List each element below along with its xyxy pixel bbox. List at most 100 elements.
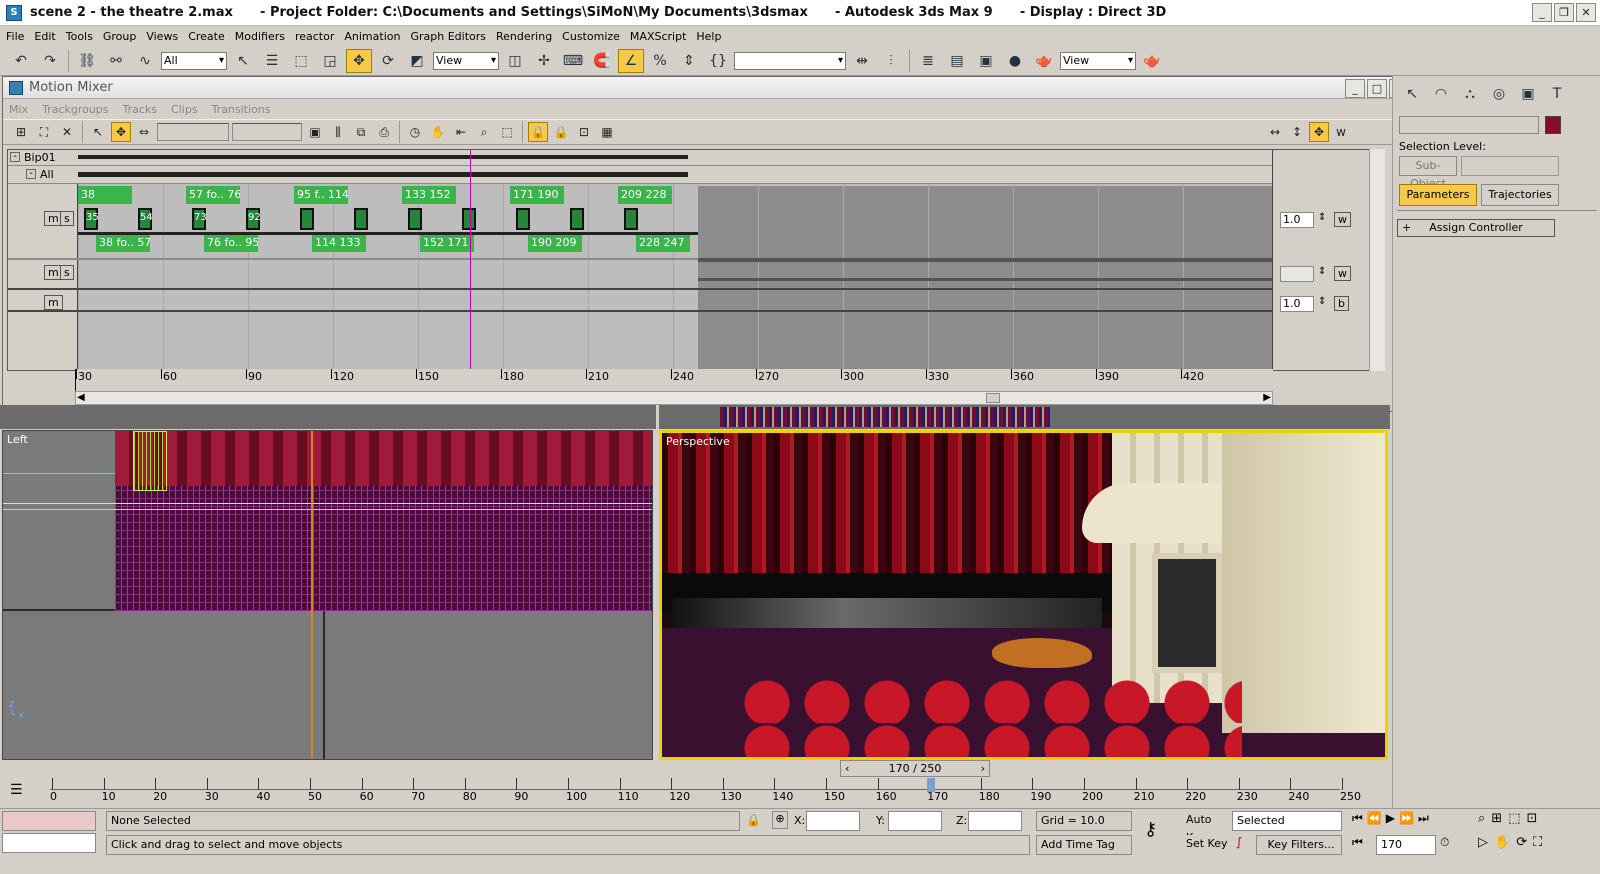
weight-toggle-button[interactable]: w [1331, 122, 1351, 142]
mixer-menu-clips[interactable]: Clips [171, 103, 198, 116]
go-to-end-icon[interactable]: ⏭ [1418, 811, 1429, 826]
clip-top[interactable]: 95 f.. 114 [294, 186, 348, 204]
print-icon[interactable]: ⎙ [374, 122, 394, 142]
x-coordinate-input[interactable] [806, 811, 860, 831]
window-crossing-icon[interactable]: ◲ [317, 49, 343, 73]
zoom-extents-icon[interactable]: ⬚ [1508, 811, 1520, 826]
select-icon[interactable]: ↖ [88, 122, 108, 142]
layer-manager-icon[interactable]: ≣ [915, 49, 941, 73]
unlink-icon[interactable]: ⚯ [103, 49, 129, 73]
close-button[interactable]: ✕ [1576, 3, 1596, 22]
redo-icon[interactable]: ↷ [37, 49, 63, 73]
scroll-thumb[interactable] [986, 393, 1000, 403]
mixer-minimize-button[interactable]: _ [1345, 79, 1365, 98]
slide-clips-icon[interactable]: ⇔ [134, 122, 154, 142]
clip-bottom[interactable]: 152 171 [420, 234, 474, 252]
clip-bottom[interactable]: 228 247 [636, 234, 690, 252]
next-frame-icon[interactable]: ⏩ [1399, 811, 1414, 826]
add-time-tag-button[interactable]: Add Time Tag [1036, 835, 1132, 855]
clip-bottom[interactable]: 190 209 [528, 234, 582, 252]
set-key-button[interactable]: Set Key [1182, 835, 1228, 855]
clip-top[interactable]: 171 190 [510, 186, 564, 204]
reference-coordinate-dropdown[interactable]: View [433, 51, 499, 70]
pan-icon[interactable]: ✋ [1494, 835, 1510, 850]
mixer-field-1[interactable] [157, 123, 229, 141]
mixer-horizontal-scrollbar[interactable]: ◀ ▶ [75, 391, 1273, 405]
z-coordinate-input[interactable] [968, 811, 1022, 831]
object-name-field[interactable] [1399, 116, 1539, 134]
menu-group[interactable]: Group [100, 30, 144, 43]
current-frame-input[interactable]: 170 [1376, 835, 1436, 855]
transition-clip[interactable] [462, 208, 476, 230]
clip-bottom[interactable]: 76 fo.. 95 [204, 234, 258, 252]
select-move-icon[interactable]: ✥ [346, 48, 372, 73]
rectangular-selection-icon[interactable]: ⬚ [288, 49, 314, 73]
modify-tab-icon[interactable]: ◠ [1428, 82, 1454, 106]
spinner-icon[interactable]: ⇕ [1318, 296, 1326, 307]
key-tangent-icon[interactable]: ∫ [1236, 835, 1242, 849]
named-selection-dropdown[interactable] [734, 51, 846, 70]
motion-tab-icon[interactable]: ◎ [1486, 82, 1512, 106]
move-panel-icon[interactable]: ✥ [1309, 122, 1329, 142]
create-tab-icon[interactable]: ↖ [1399, 82, 1425, 106]
sub-object-dropdown[interactable] [1461, 156, 1559, 176]
select-object-icon[interactable]: ↖ [230, 49, 256, 73]
snap-3d-icon[interactable]: 🧲 [589, 49, 615, 73]
y-coordinate-input[interactable] [888, 811, 942, 831]
left-viewport[interactable]: Left z └ x [2, 430, 653, 760]
clock-icon[interactable]: ◷ [405, 122, 425, 142]
zoom-extents-icon[interactable]: ⇤ [451, 122, 471, 142]
menu-create[interactable]: Create [185, 30, 232, 43]
orbit-icon[interactable]: ⟳ [1516, 835, 1527, 850]
key-filters-button[interactable]: Key Filters... [1256, 835, 1342, 855]
menu-views[interactable]: Views [143, 30, 185, 43]
play-icon[interactable]: ▶ [1386, 811, 1395, 826]
assign-controller-rollout[interactable]: + Assign Controller [1397, 219, 1555, 237]
absolute-mode-icon[interactable]: ⊕ [772, 811, 788, 829]
clip-bottom[interactable]: 38 fo.. 57 [96, 234, 150, 252]
snap-clips-icon[interactable]: ⊡ [574, 122, 594, 142]
key-icon[interactable]: ⚷ [1144, 819, 1157, 840]
mixer-maximize-button[interactable]: □ [1367, 79, 1387, 98]
menu-customize[interactable]: Customize [559, 30, 627, 43]
collapse-icon[interactable]: - [10, 152, 20, 162]
track2-weight-input[interactable] [1280, 266, 1314, 282]
clip-top[interactable]: 133 152 [402, 186, 456, 204]
transition-clip[interactable] [624, 208, 638, 230]
maxscript-input[interactable] [2, 833, 96, 853]
spinner-icon[interactable]: ⇕ [1318, 266, 1326, 277]
render-scene-icon[interactable]: 🫖 [1031, 49, 1057, 73]
schematic-view-icon[interactable]: ▣ [973, 49, 999, 73]
scale-clip-icon[interactable]: ⫼ [328, 122, 348, 142]
track2-weight-button[interactable]: w [1334, 266, 1351, 281]
trackgroup-filter-icon[interactable]: ⊞ [11, 122, 31, 142]
perspective-viewport[interactable]: Perspective [659, 430, 1388, 760]
key-mode-dropdown[interactable]: Selected [1232, 811, 1342, 831]
menu-maxscript[interactable]: MAXScript [627, 30, 693, 43]
menu-animation[interactable]: Animation [341, 30, 407, 43]
track3-weight-input[interactable]: 1.0 [1280, 296, 1314, 312]
material-editor-icon[interactable]: ● [1002, 49, 1028, 73]
set-range-icon[interactable]: ▣ [305, 122, 325, 142]
maximize-viewport-icon[interactable]: ⛶ [1533, 835, 1542, 850]
pan-icon[interactable]: ✋ [428, 122, 448, 142]
lock-transitions-icon[interactable]: 🔒 [551, 122, 571, 142]
zoom-all-icon[interactable]: ⊞ [1491, 811, 1502, 826]
transition-clip[interactable] [570, 208, 584, 230]
time-warp-icon[interactable]: ⧉ [351, 122, 371, 142]
transition-clip[interactable] [354, 208, 368, 230]
spinner-icon[interactable]: ⇕ [1318, 212, 1326, 223]
parameters-button[interactable]: Parameters [1399, 184, 1477, 206]
clip-bottom[interactable]: 114 133 [312, 234, 366, 252]
field-of-view-icon[interactable]: ▷ [1478, 835, 1488, 850]
horizontal-resize-icon[interactable]: ↔ [1265, 122, 1285, 142]
previous-frame-icon[interactable]: ⏪ [1367, 811, 1382, 826]
hierarchy-tab-icon[interactable]: ⛬ [1457, 82, 1483, 106]
select-by-name-icon[interactable]: ☰ [259, 49, 285, 73]
spinner-snap-icon[interactable]: ⇕ [676, 49, 702, 73]
track3-balance-button[interactable]: b [1334, 296, 1349, 311]
maxscript-listener-field[interactable] [2, 811, 96, 831]
current-frame-marker[interactable] [927, 778, 936, 792]
menu-reactor[interactable]: reactor [292, 30, 341, 43]
time-cursor[interactable] [470, 150, 471, 370]
